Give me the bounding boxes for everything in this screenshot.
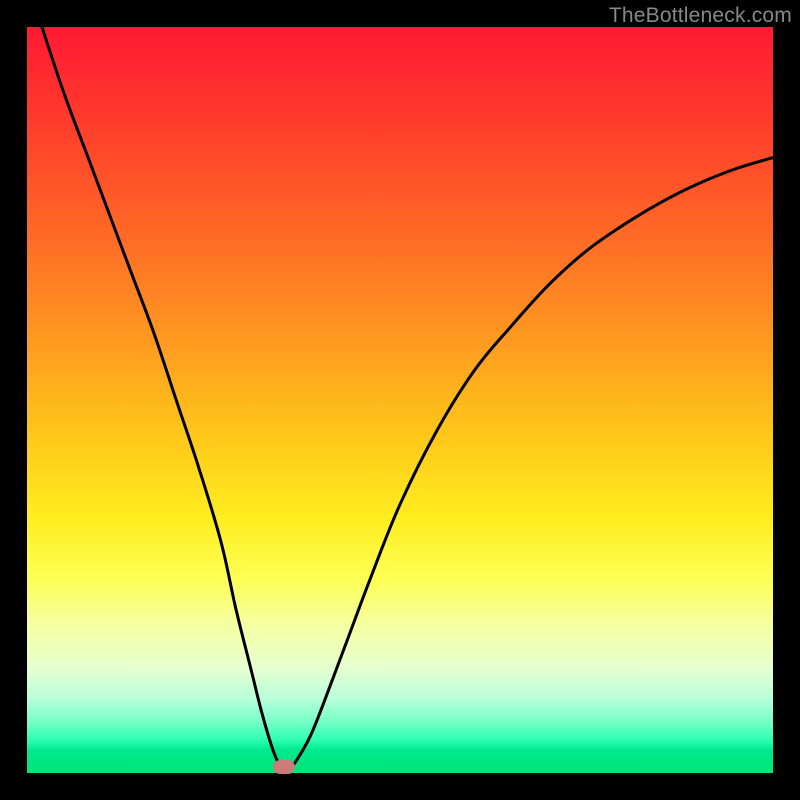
chart-frame: TheBottleneck.com — [0, 0, 800, 800]
plot-area — [27, 27, 773, 773]
watermark-text: TheBottleneck.com — [609, 4, 792, 28]
minimum-marker — [273, 760, 295, 774]
bottleneck-curve — [27, 27, 773, 773]
